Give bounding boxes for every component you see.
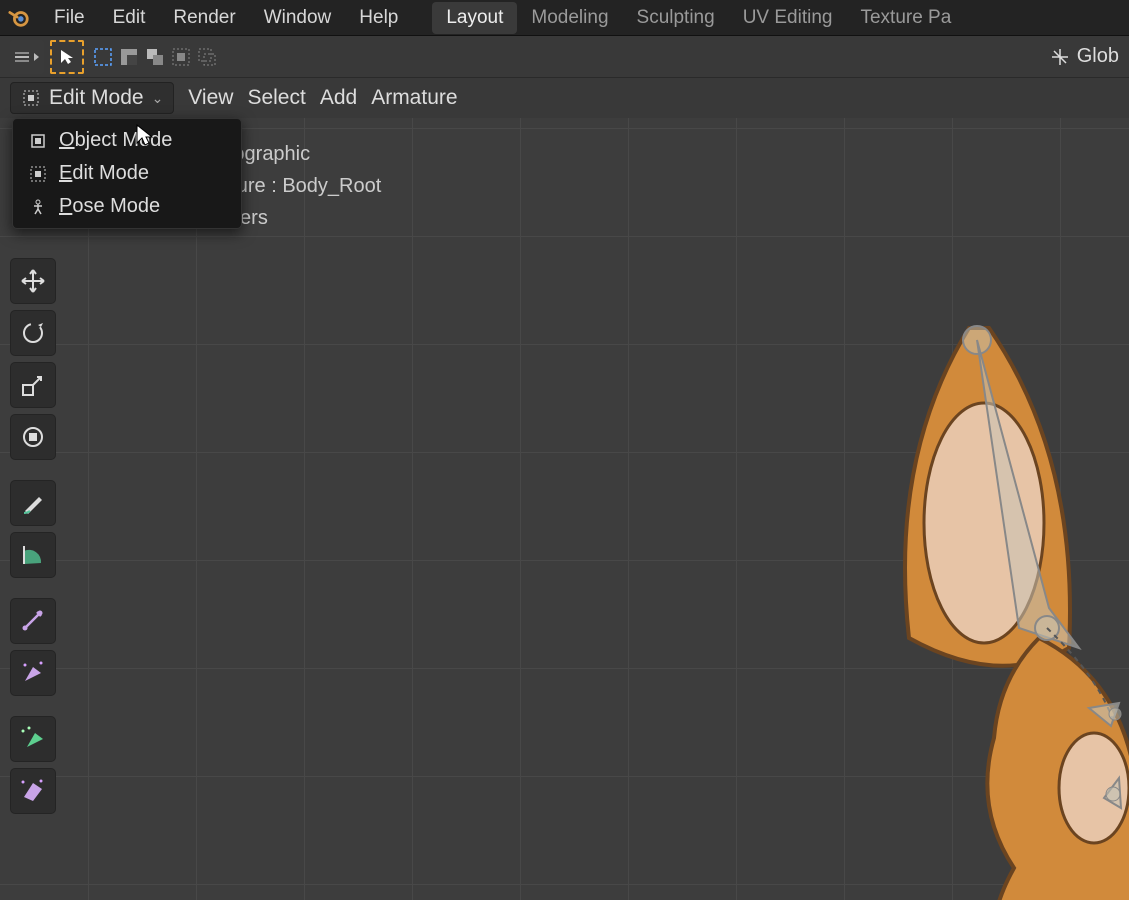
workspace-tab-sculpting[interactable]: Sculpting [623, 2, 729, 34]
select-invert-icon[interactable] [116, 44, 142, 70]
tool-rotate[interactable] [10, 310, 56, 356]
select-extend-icon[interactable] [142, 44, 168, 70]
tool-annotate[interactable] [10, 480, 56, 526]
tool-extrude[interactable] [10, 716, 56, 762]
edit-mode-icon [27, 165, 49, 183]
workspace-tab-uv-editing[interactable]: UV Editing [729, 2, 847, 34]
overlay-line1-suffix: ographic [233, 143, 310, 165]
pose-mode-icon [27, 198, 49, 216]
blender-logo-icon [8, 7, 30, 29]
select-intersect-icon[interactable] [194, 44, 220, 70]
select-tool-active[interactable] [50, 40, 84, 74]
menu-file[interactable]: File [40, 3, 99, 33]
snap-dropdown[interactable] [10, 40, 44, 74]
dropdown-item-pose-mode[interactable]: Pose Mode [13, 190, 241, 223]
select-subtract-icon[interactable] [168, 44, 194, 70]
tool-shear[interactable] [10, 768, 56, 814]
overlay-line2: ature : Body_Root [220, 175, 381, 197]
select-mode-cluster [90, 44, 220, 70]
dropdown-item-edit-mode[interactable]: Edit Mode [13, 157, 241, 190]
menu-edit[interactable]: Edit [99, 3, 160, 33]
tool-transform[interactable] [10, 414, 56, 460]
select-box-icon[interactable] [90, 44, 116, 70]
menu-window[interactable]: Window [250, 3, 346, 33]
tool-move[interactable] [10, 258, 56, 304]
tool-measure[interactable] [10, 532, 56, 578]
dropdown-item-label: Pose Mode [59, 195, 160, 218]
editor-menu-view[interactable]: View [188, 86, 233, 110]
mode-dropdown-panel: Object Mode Edit Mode Pose Mode [12, 118, 242, 229]
top-menu-bar: File Edit Render Window Help Layout Mode… [0, 0, 1129, 36]
editor-header: Edit Mode ⌄ View Select Add Armature Obj… [0, 78, 1129, 118]
mode-dropdown-button[interactable]: Edit Mode ⌄ [10, 82, 174, 114]
object-mode-icon [27, 132, 49, 150]
left-toolbar [10, 258, 56, 814]
dropdown-item-label: Edit Mode [59, 162, 149, 185]
editor-menu-armature[interactable]: Armature [371, 86, 457, 110]
transform-orientation-label: Glob [1077, 45, 1119, 68]
dropdown-item-object-mode[interactable]: Object Mode [13, 124, 241, 157]
3d-viewport[interactable]: XXXXXXXXXXographic XXXXXXXXXature : Body… [0, 118, 1129, 900]
workspace-tab-layout[interactable]: Layout [432, 2, 517, 34]
corgi-character [819, 308, 1129, 900]
menu-help[interactable]: Help [345, 3, 412, 33]
editor-menu-add[interactable]: Add [320, 86, 357, 110]
mode-label: Edit Mode [49, 86, 144, 110]
workspace-tab-texture-paint[interactable]: Texture Pa [846, 2, 965, 34]
editor-menu-select[interactable]: Select [247, 86, 305, 110]
menu-render[interactable]: Render [159, 3, 249, 33]
tool-settings-bar: Glob [0, 36, 1129, 78]
tool-bone-size[interactable] [10, 650, 56, 696]
tool-scale[interactable] [10, 362, 56, 408]
workspace-tab-modeling[interactable]: Modeling [517, 2, 622, 34]
tool-bone-roll[interactable] [10, 598, 56, 644]
transform-orientation[interactable]: Glob [1049, 45, 1119, 68]
chevron-down-icon: ⌄ [152, 90, 164, 107]
dropdown-item-label: Object Mode [59, 129, 172, 152]
